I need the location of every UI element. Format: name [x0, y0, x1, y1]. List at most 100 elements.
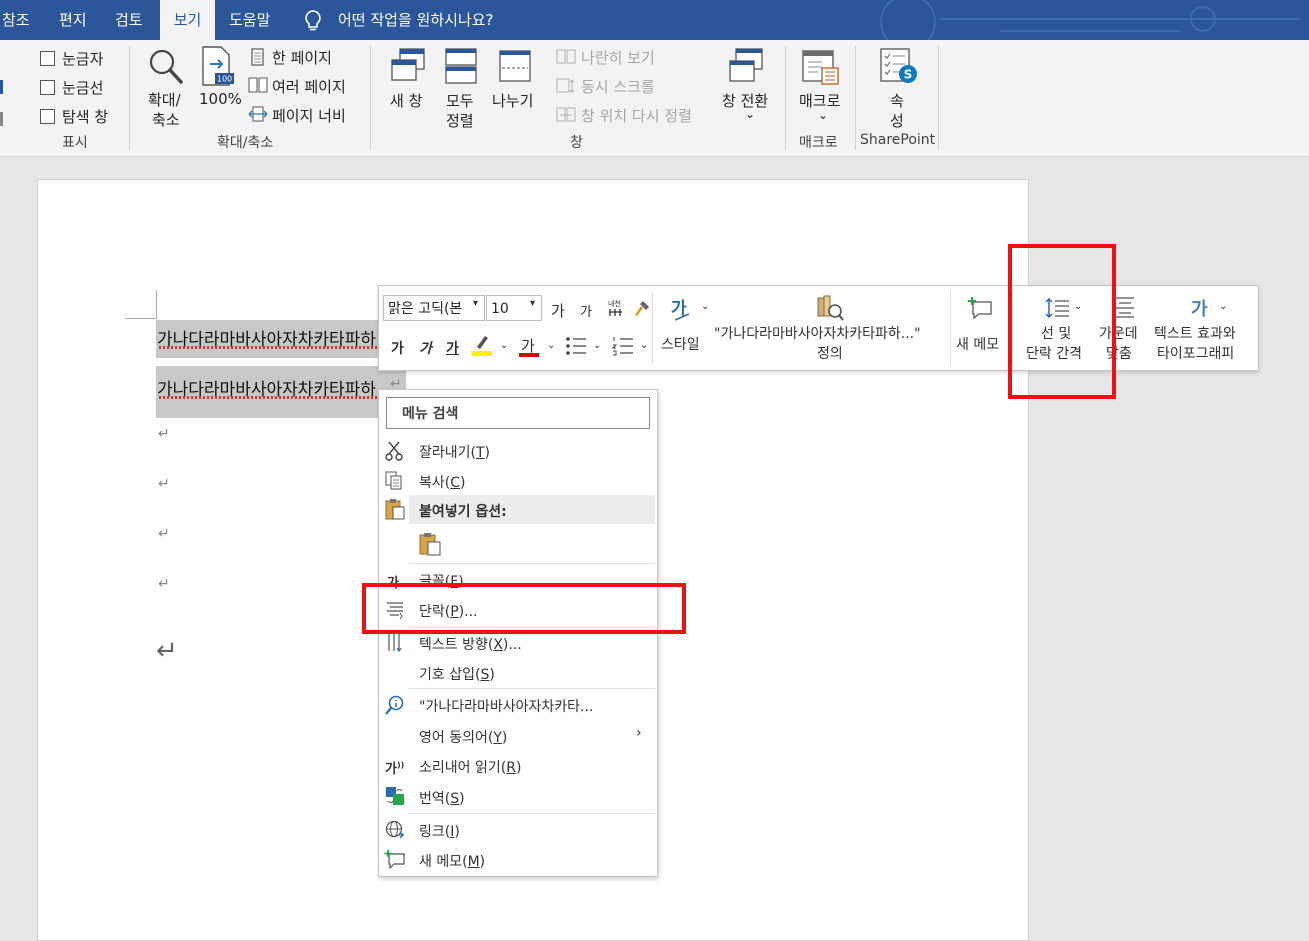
bullets-icon[interactable] — [565, 336, 587, 356]
reset-window-position-label: 창 위치 다시 정렬 — [581, 107, 692, 125]
new-window-label[interactable]: 새 창 — [390, 90, 422, 111]
properties-label2[interactable]: 성 — [890, 110, 904, 131]
styles-label[interactable]: 스타일 — [661, 334, 700, 354]
menu-item-smart-lookup[interactable]: "가나다라마바사아자차카타... — [419, 696, 593, 716]
multiple-pages-label[interactable]: 여러 페이지 — [272, 76, 346, 97]
chevron-down-icon[interactable]: ⌄ — [547, 340, 555, 351]
annotation-highlight-paragraph — [362, 583, 686, 634]
split-label[interactable]: 나누기 — [492, 90, 533, 111]
chevron-down-icon[interactable]: ⌄ — [500, 340, 508, 351]
ruler-checkbox[interactable] — [40, 51, 55, 66]
text-effects-label-1[interactable]: 텍스트 효과와 — [1154, 323, 1236, 343]
tab-help[interactable]: 도움말 — [229, 0, 270, 40]
phonetic-guide-icon[interactable]: 내천 — [607, 298, 625, 318]
macro-icon[interactable] — [802, 50, 840, 86]
gridlines-checkbox[interactable] — [40, 80, 55, 95]
menu-item-cut[interactable]: 잘라내기(T) — [419, 442, 490, 462]
font-name-box[interactable]: 맑은 고딕(본 — [383, 295, 485, 321]
one-page-label[interactable]: 한 페이지 — [272, 47, 332, 68]
submenu-arrow-icon: › — [636, 725, 642, 741]
chevron-down-icon[interactable]: ⌄ — [593, 340, 601, 351]
spelling-underline — [157, 396, 382, 399]
switch-windows-icon[interactable] — [728, 48, 764, 84]
paste-options-header: 붙여넣기 옵션: — [419, 504, 507, 520]
menu-item-link[interactable]: 링크(I) — [419, 821, 460, 841]
highlight-color-icon[interactable] — [472, 333, 492, 357]
page-width-icon[interactable] — [248, 106, 268, 122]
zoom-button-label1[interactable]: 확대/ — [148, 89, 181, 110]
center-align-icon[interactable] — [1114, 296, 1136, 318]
styles-icon[interactable]: 가 — [669, 296, 695, 322]
chevron-down-icon[interactable]: ⌄ — [640, 340, 648, 351]
zoom-100-icon[interactable]: 100 — [201, 46, 235, 86]
menu-item-read-aloud[interactable]: 소리내어 읽기(R) — [419, 757, 521, 777]
paragraph-mark: ↵ — [158, 526, 170, 542]
nav-pane-label[interactable]: 탐색 창 — [62, 106, 108, 127]
tab-references[interactable]: 참조 — [2, 0, 30, 40]
smart-lookup-book-icon[interactable] — [816, 294, 844, 322]
shrink-font-icon[interactable]: 가 — [580, 301, 592, 320]
bold-button[interactable]: 가 — [391, 338, 404, 358]
ruler-label[interactable]: 눈금자 — [62, 48, 103, 69]
menu-item-tail: ) — [489, 667, 495, 683]
chevron-down-icon[interactable]: ⌄ — [701, 301, 709, 312]
arrange-all-label2[interactable]: 정렬 — [446, 110, 474, 131]
define-label-2[interactable]: 정의 — [817, 343, 843, 363]
new-comment-label[interactable]: 새 메모 — [956, 334, 999, 354]
text-effects-label-2[interactable]: 타이포그래피 — [1157, 343, 1234, 363]
page-width-label[interactable]: 페이지 너비 — [272, 105, 346, 126]
multiple-pages-icon[interactable] — [248, 77, 268, 93]
access-key: S — [450, 791, 460, 807]
underline-button[interactable]: 가 — [446, 338, 459, 358]
group-separator — [785, 46, 786, 150]
format-painter-icon[interactable] — [633, 299, 651, 317]
chevron-down-icon[interactable]: ▾ — [530, 298, 535, 309]
chevron-down-icon[interactable]: ⌄ — [818, 108, 828, 122]
zoom-100-label[interactable]: 100% — [199, 90, 242, 108]
zoom-button-label2[interactable]: 축소 — [152, 109, 180, 130]
menu-item-tail: ) — [460, 475, 466, 491]
paste-keep-formatting-icon[interactable] — [419, 532, 441, 556]
reset-window-position-icon — [556, 107, 576, 122]
new-comment-icon[interactable] — [967, 296, 993, 320]
text-effects-icon[interactable]: 가 — [1190, 296, 1214, 320]
menu-item-new-comment[interactable]: 새 메모(M) — [419, 851, 485, 871]
nav-pane-checkbox[interactable] — [40, 109, 55, 124]
chevron-down-icon[interactable]: ▾ — [473, 298, 478, 309]
zoom-magnifier-icon[interactable] — [148, 48, 184, 86]
paragraph-mark: ↵ — [158, 426, 170, 442]
menu-item-copy[interactable]: 복사(C) — [419, 472, 465, 492]
one-page-icon[interactable] — [250, 48, 266, 66]
menu-item-label: 영어 동의어( — [419, 730, 494, 746]
menu-item-translate[interactable]: 번역(S) — [419, 788, 465, 808]
arrange-all-label1[interactable]: 모두 — [446, 90, 474, 111]
tab-mailings[interactable]: 편지 — [59, 0, 87, 40]
sharepoint-properties-icon[interactable]: S — [880, 48, 918, 86]
grow-font-icon[interactable]: 가 — [551, 300, 565, 321]
menu-item-label: 텍스트 방향( — [419, 637, 494, 653]
menu-item-insert-symbol[interactable]: 기호 삽입(S) — [419, 664, 495, 684]
menu-separator — [409, 563, 655, 564]
tab-review[interactable]: 검토 — [115, 0, 143, 40]
chevron-down-icon[interactable]: ⌄ — [1219, 301, 1227, 312]
new-window-icon[interactable] — [390, 48, 426, 84]
tell-me-search[interactable]: 어떤 작업을 원하시나요? — [338, 0, 494, 40]
gridlines-label[interactable]: 눈금선 — [62, 77, 103, 98]
menu-item-label: 번역( — [419, 791, 451, 807]
menu-item-label: 잘라내기( — [419, 445, 476, 461]
numbering-icon[interactable] — [612, 336, 634, 356]
menu-item-text-direction[interactable]: 텍스트 방향(X)... — [419, 634, 522, 654]
arrange-all-icon[interactable] — [445, 48, 477, 84]
define-label-1[interactable]: "가나다라마바사아자차카타파하..." — [714, 323, 921, 343]
ribbon-view: 눈금자 눈금선 탐색 창 표시 확대/ 축소 100 100% 한 페이지 여러… — [0, 40, 1309, 157]
properties-label1[interactable]: 속 — [890, 90, 904, 111]
split-window-icon[interactable] — [499, 50, 531, 82]
chevron-down-icon[interactable]: ⌄ — [745, 107, 755, 121]
menu-separator — [409, 813, 655, 814]
scissors-icon — [385, 441, 403, 461]
menu-search-input[interactable]: 메뉴 검색 — [402, 403, 458, 423]
tab-view[interactable]: 보기 — [160, 0, 215, 40]
italic-button[interactable]: 가 — [419, 338, 432, 358]
menu-item-tail: ) — [459, 791, 465, 807]
menu-item-synonyms[interactable]: 영어 동의어(Y) — [419, 727, 507, 747]
